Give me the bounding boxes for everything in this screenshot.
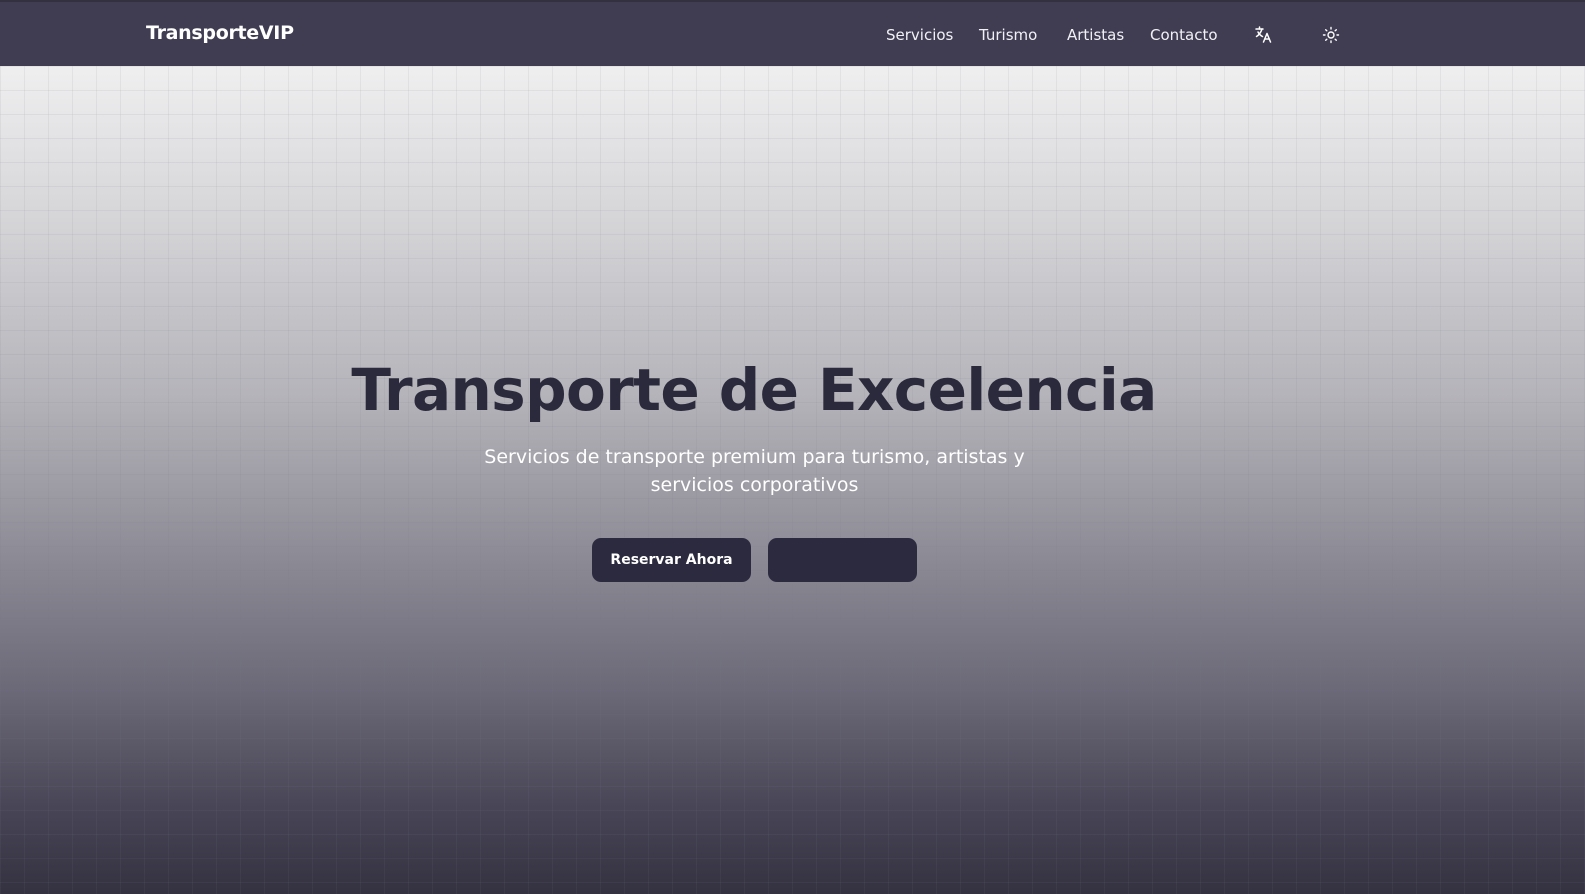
secondary-button[interactable] xyxy=(768,538,917,582)
hero-section: Transporte de Excelencia Servicios de tr… xyxy=(0,66,1585,894)
nav-contacto[interactable]: Contacto xyxy=(1150,26,1218,44)
nav-turismo[interactable]: Turismo xyxy=(979,26,1037,44)
hero-title: Transporte de Excelencia xyxy=(351,356,1157,424)
brand-logo[interactable]: TransporteVIP xyxy=(146,22,294,44)
reserve-button[interactable]: Reservar Ahora xyxy=(592,538,751,582)
nav-artistas[interactable]: Artistas xyxy=(1067,26,1124,44)
top-navbar: TransporteVIP Servicios Turismo Artistas… xyxy=(0,0,1585,66)
sun-icon[interactable] xyxy=(1320,24,1342,46)
page: TransporteVIP Servicios Turismo Artistas… xyxy=(0,0,1585,894)
nav-servicios[interactable]: Servicios xyxy=(886,26,953,44)
translate-icon[interactable] xyxy=(1253,24,1275,46)
hero-subtitle: Servicios de transporte premium para tur… xyxy=(484,446,1025,496)
